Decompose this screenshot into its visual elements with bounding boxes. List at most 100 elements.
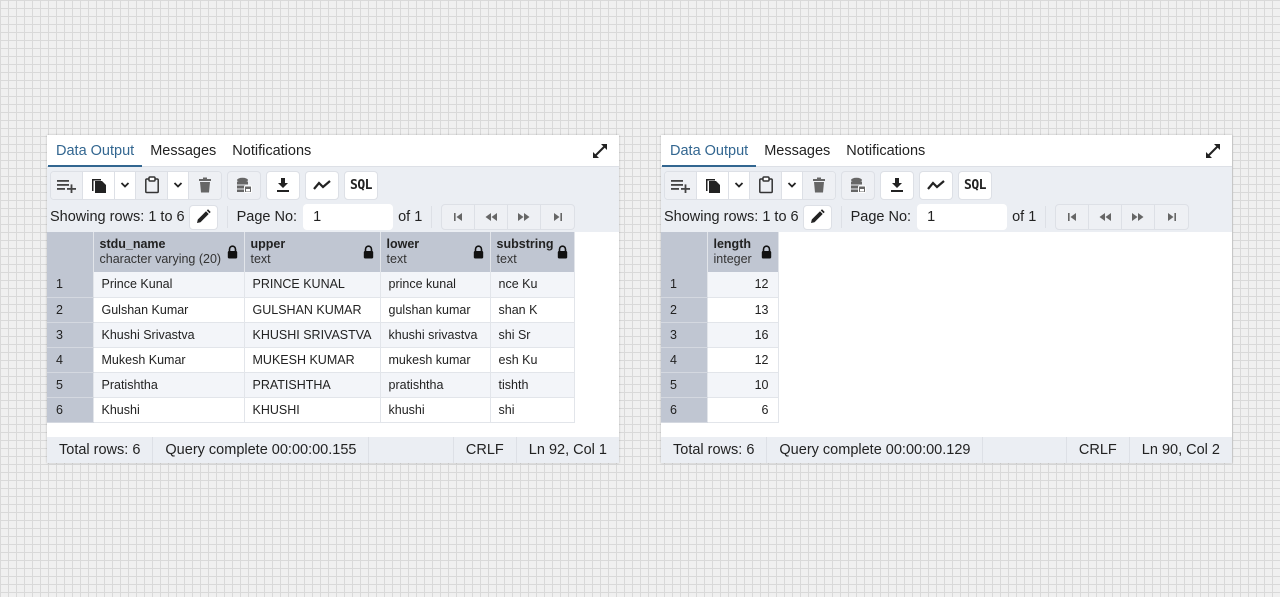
cell[interactable]: nce Ku — [490, 272, 575, 298]
tab-bar: Data Output Messages Notifications — [47, 135, 619, 167]
cell[interactable]: shan K — [490, 297, 575, 323]
graph-visualiser-button[interactable] — [919, 170, 953, 200]
graph-icon — [927, 179, 945, 191]
copy-options-button[interactable] — [115, 171, 136, 199]
previous-page-icon — [484, 211, 498, 223]
expand-icon[interactable] — [591, 142, 609, 160]
tab-bar: Data Output Messages Notifications — [661, 135, 1232, 167]
cell[interactable]: tishth — [490, 372, 575, 398]
edit-rows-button[interactable] — [188, 204, 218, 230]
paste-button[interactable] — [750, 171, 782, 199]
cell[interactable]: Mukesh Kumar — [93, 347, 245, 373]
cell[interactable]: mukesh kumar — [380, 347, 491, 373]
pager: Showing rows: 1 to 6 Page No: of 1 — [664, 201, 1229, 233]
cell[interactable]: Prince Kunal — [93, 272, 245, 298]
row-number[interactable]: 2 — [661, 297, 708, 323]
select-all-corner[interactable] — [661, 232, 708, 272]
cell[interactable]: Khushi — [93, 397, 245, 423]
cell[interactable]: 12 — [707, 272, 779, 298]
previous-page-button[interactable] — [1089, 205, 1123, 229]
download-button[interactable] — [266, 170, 300, 200]
cell[interactable]: esh Ku — [490, 347, 575, 373]
column-header-length[interactable]: length integer — [707, 232, 779, 272]
sql-button[interactable]: SQL — [958, 170, 992, 200]
page-number-input[interactable] — [917, 204, 1008, 230]
cell[interactable]: 10 — [707, 372, 779, 398]
cell[interactable]: KHUSHI SRIVASTVA — [244, 322, 381, 348]
cell[interactable]: khushi — [380, 397, 491, 423]
cell[interactable]: Pratishtha — [93, 372, 245, 398]
select-all-corner[interactable] — [47, 232, 94, 272]
cell[interactable]: prince kunal — [380, 272, 491, 298]
tab-data-output[interactable]: Data Output — [662, 135, 757, 167]
first-page-button[interactable] — [442, 205, 476, 229]
page-number-input[interactable] — [303, 204, 394, 230]
column-header-substring[interactable]: substring text — [490, 232, 575, 272]
download-button[interactable] — [880, 170, 914, 200]
column-header-lower[interactable]: lower text — [380, 232, 491, 272]
cell[interactable]: GULSHAN KUMAR — [244, 297, 381, 323]
column-header-upper[interactable]: upper text — [244, 232, 381, 272]
cell[interactable]: KHUSHI — [244, 397, 381, 423]
tab-data-output[interactable]: Data Output — [48, 135, 143, 167]
cell[interactable]: 6 — [707, 397, 779, 423]
save-data-button[interactable] — [841, 170, 875, 200]
tab-messages[interactable]: Messages — [142, 135, 224, 166]
row-number[interactable]: 2 — [47, 297, 94, 323]
trash-icon — [198, 177, 212, 193]
delete-button[interactable] — [803, 171, 835, 199]
column-header-stdu-name[interactable]: stdu_name character varying (20) — [93, 232, 245, 272]
add-row-button[interactable] — [665, 171, 697, 199]
first-page-button[interactable] — [1056, 205, 1090, 229]
cell[interactable]: PRINCE KUNAL — [244, 272, 381, 298]
pencil-icon — [809, 209, 825, 225]
row-number[interactable]: 6 — [47, 397, 94, 423]
cell[interactable]: shi — [490, 397, 575, 423]
add-row-button[interactable] — [51, 171, 83, 199]
cell[interactable]: 13 — [707, 297, 779, 323]
cell[interactable]: PRATISHTHA — [244, 372, 381, 398]
divider — [840, 206, 842, 228]
row-number[interactable]: 4 — [661, 347, 708, 373]
cell[interactable]: pratishtha — [380, 372, 491, 398]
row-number[interactable]: 3 — [47, 322, 94, 348]
last-page-button[interactable] — [1155, 205, 1188, 229]
row-number[interactable]: 4 — [47, 347, 94, 373]
cell[interactable]: gulshan kumar — [380, 297, 491, 323]
next-page-button[interactable] — [508, 205, 542, 229]
paste-button[interactable] — [136, 171, 168, 199]
cell[interactable]: Gulshan Kumar — [93, 297, 245, 323]
last-page-button[interactable] — [541, 205, 574, 229]
edit-rows-button[interactable] — [802, 204, 832, 230]
row-number[interactable]: 1 — [661, 272, 708, 298]
expand-icon[interactable] — [1204, 142, 1222, 160]
paste-options-button[interactable] — [782, 171, 803, 199]
row-number[interactable]: 1 — [47, 272, 94, 298]
delete-button[interactable] — [189, 171, 221, 199]
copy-options-button[interactable] — [729, 171, 750, 199]
row-number[interactable]: 5 — [661, 372, 708, 398]
sql-button[interactable]: SQL — [344, 170, 378, 200]
save-data-button[interactable] — [227, 170, 261, 200]
paste-options-button[interactable] — [168, 171, 189, 199]
row-number[interactable]: 5 — [47, 372, 94, 398]
cell[interactable]: Khushi Srivastva — [93, 322, 245, 348]
divider — [226, 206, 228, 228]
copy-button[interactable] — [697, 171, 729, 199]
cell[interactable]: shi Sr — [490, 322, 575, 348]
next-page-button[interactable] — [1122, 205, 1156, 229]
previous-page-button[interactable] — [475, 205, 509, 229]
tab-notifications[interactable]: Notifications — [838, 135, 933, 166]
cell[interactable]: MUKESH KUMAR — [244, 347, 381, 373]
page-no-label: Page No: — [236, 209, 298, 225]
graph-visualiser-button[interactable] — [305, 170, 339, 200]
copy-button[interactable] — [83, 171, 115, 199]
row-number[interactable]: 3 — [661, 322, 708, 348]
header-row: stdu_name character varying (20) upper t… — [47, 232, 575, 272]
tab-messages[interactable]: Messages — [756, 135, 838, 166]
cell[interactable]: 12 — [707, 347, 779, 373]
cell[interactable]: 16 — [707, 322, 779, 348]
cell[interactable]: khushi srivastva — [380, 322, 491, 348]
tab-notifications[interactable]: Notifications — [224, 135, 319, 166]
row-number[interactable]: 6 — [661, 397, 708, 423]
